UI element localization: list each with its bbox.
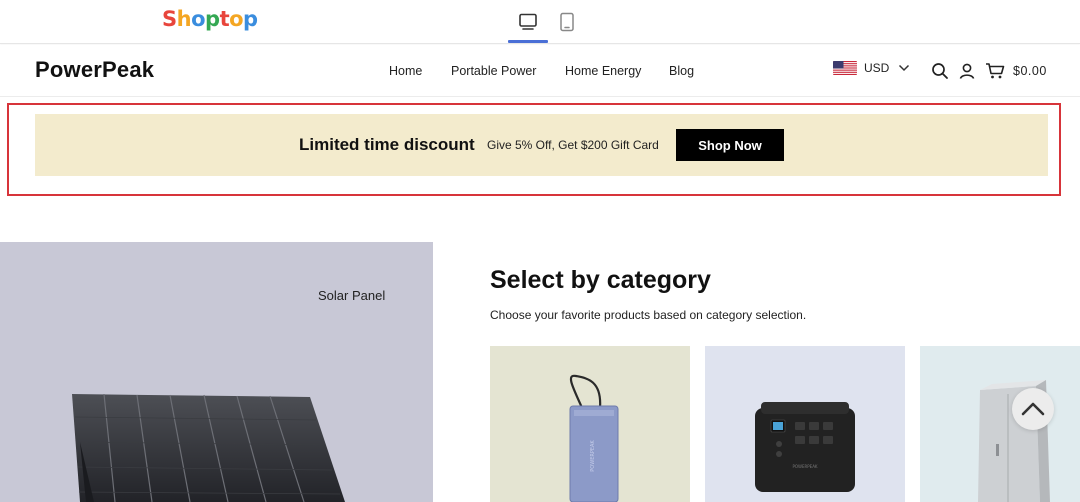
nav-portable-power[interactable]: Portable Power <box>451 64 536 78</box>
announcement-subtitle: Give 5% Off, Get $200 Gift Card <box>487 138 659 152</box>
category-subtitle: Choose your favorite products based on c… <box>490 308 807 322</box>
brand-letter: o <box>229 7 244 31</box>
store-header: PowerPeak Home Portable Power Home Energ… <box>0 45 1080 97</box>
power-bank-image: POWERPEAK <box>569 374 619 502</box>
scroll-to-top-button[interactable] <box>1012 388 1054 430</box>
category-title: Select by category <box>490 266 711 294</box>
tablet-icon <box>560 12 574 32</box>
shoptop-logo: Shoptop <box>162 7 258 31</box>
category-card-power-bank[interactable]: POWERPEAK <box>490 346 690 502</box>
nav-home[interactable]: Home <box>389 64 422 78</box>
nav-home-energy[interactable]: Home Energy <box>565 64 641 78</box>
active-device-indicator <box>508 40 548 43</box>
nav-blog[interactable]: Blog <box>669 64 694 78</box>
chevron-up-icon <box>1021 402 1045 416</box>
account-icon <box>959 63 975 79</box>
cart-button[interactable] <box>985 61 1005 81</box>
store-logo[interactable]: PowerPeak <box>35 57 154 83</box>
svg-text:POWERPEAK: POWERPEAK <box>590 440 596 472</box>
solar-panel-hero[interactable]: Solar Panel <box>0 242 433 502</box>
account-button[interactable] <box>957 61 977 81</box>
cart-icon <box>986 63 1005 79</box>
power-station-image: POWERPEAK <box>755 402 855 492</box>
us-flag-icon <box>833 61 857 75</box>
brand-letter: p <box>243 7 258 31</box>
cart-total[interactable]: $0.00 <box>1013 64 1047 78</box>
brand-letter: t <box>219 7 230 31</box>
desktop-preview-button[interactable] <box>508 8 548 36</box>
currency-selector[interactable]: USD <box>833 61 910 75</box>
brand-letter: S <box>162 7 177 31</box>
tablet-preview-button[interactable] <box>547 8 587 36</box>
brand-letter: o <box>191 7 206 31</box>
brand-letter: p <box>205 7 220 31</box>
brand-letter: h <box>176 7 192 31</box>
solar-panel-image <box>72 393 345 502</box>
desktop-icon <box>519 13 537 30</box>
search-icon <box>932 63 948 79</box>
announcement-title: Limited time discount <box>299 135 475 154</box>
shop-now-button[interactable]: Shop Now <box>676 129 784 161</box>
editor-toolbar: Shoptop <box>0 0 1080 44</box>
category-card-energy-cabinet[interactable] <box>920 346 1080 502</box>
svg-text:POWERPEAK: POWERPEAK <box>792 464 817 469</box>
energy-cabinet-image <box>978 380 1050 502</box>
chevron-down-icon <box>899 64 910 72</box>
currency-label: USD <box>864 61 890 75</box>
category-card-power-station[interactable]: POWERPEAK <box>705 346 905 502</box>
search-button[interactable] <box>930 61 950 81</box>
